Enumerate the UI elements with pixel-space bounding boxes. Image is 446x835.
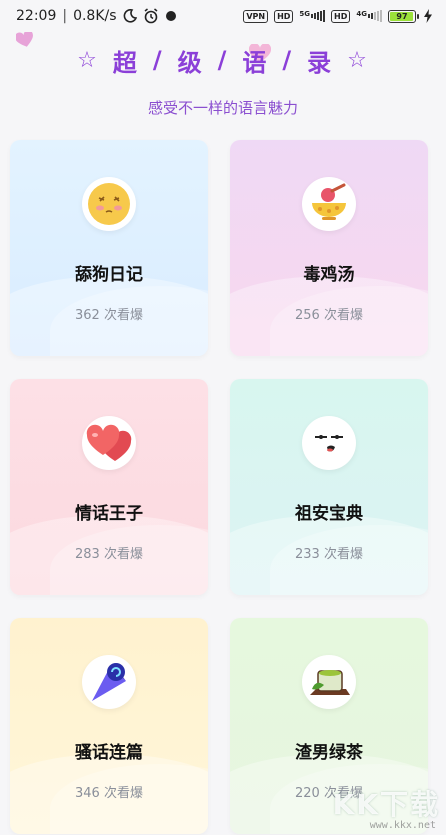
card-view-count: 346 次看爆 <box>75 786 143 801</box>
page-subtitle: 感受不一样的语言魅力 <box>147 99 298 117</box>
title-separator: / <box>217 46 229 74</box>
card-view-count: 283 次看爆 <box>75 547 143 562</box>
title-char: 录 <box>307 48 334 77</box>
notification-dot-icon <box>165 10 177 22</box>
hearts-icon <box>82 416 136 470</box>
category-card-tiangou[interactable]: 舔狗日记 362 次看爆 <box>10 140 208 356</box>
title-separator: / <box>152 46 164 74</box>
card-view-count: 233 次看爆 <box>295 547 363 562</box>
star-icon: ☆ <box>347 47 369 73</box>
card-title: 舔狗日记 <box>75 265 143 285</box>
hd-badge-2: HD <box>331 9 351 23</box>
title-separator: / <box>282 46 294 74</box>
title-char: 超 <box>112 48 139 77</box>
signal-5g: 5G <box>299 10 326 22</box>
charging-icon <box>424 9 432 23</box>
moon-icon <box>123 9 137 23</box>
green-tea-icon <box>302 655 356 709</box>
title-char: 级 <box>177 48 204 77</box>
smirk-face-icon <box>302 416 356 470</box>
watermark-url: www.kkx.net <box>369 820 436 831</box>
category-card-qinghua[interactable]: 情话王子 283 次看爆 <box>10 379 208 595</box>
cone-icon <box>82 655 136 709</box>
card-title: 毒鸡汤 <box>303 265 355 285</box>
blushing-face-icon <box>82 177 136 231</box>
category-card-du-ji-tang[interactable]: 毒鸡汤 256 次看爆 <box>230 140 428 356</box>
signal-4g: 4G <box>356 10 382 22</box>
watermark-text: KK下载 <box>332 788 440 821</box>
category-card-saohua[interactable]: 骚话连篇 346 次看爆 <box>10 618 208 834</box>
vpn-badge: VPN <box>243 9 269 23</box>
soup-bowl-icon <box>302 177 356 231</box>
card-view-count: 362 次看爆 <box>75 308 143 323</box>
hd-badge: HD <box>274 9 294 23</box>
battery-level: 97 <box>396 11 408 21</box>
battery-icon: 97 <box>388 9 419 23</box>
title-char: 语 <box>242 48 269 77</box>
clock: 22:09 <box>16 8 57 24</box>
watermark: KK下载 www.kkx.net <box>310 779 440 831</box>
network-type-label: 5G <box>299 10 311 18</box>
star-icon: ☆ <box>77 47 99 73</box>
card-title: 渣男绿茶 <box>295 743 363 763</box>
card-title: 骚话连篇 <box>75 743 143 763</box>
network-speed: 0.8K/s <box>73 8 117 24</box>
category-card-zuan[interactable]: 祖安宝典 233 次看爆 <box>230 379 428 595</box>
page-title: ☆ 超 / 级 / 语 / 录 ☆ <box>0 40 446 80</box>
alarm-icon <box>143 8 159 24</box>
signal-bars-icon <box>311 10 326 22</box>
divider: | <box>62 8 68 24</box>
status-bar: 22:09 | 0.8K/s VPN HD 5G HD 4G 97 <box>0 0 446 32</box>
network-type-label-2: 4G <box>356 10 367 18</box>
card-title: 祖安宝典 <box>295 504 363 524</box>
card-title: 情话王子 <box>75 504 143 524</box>
signal-bars-icon-2 <box>368 10 382 22</box>
card-view-count: 256 次看爆 <box>295 308 363 323</box>
